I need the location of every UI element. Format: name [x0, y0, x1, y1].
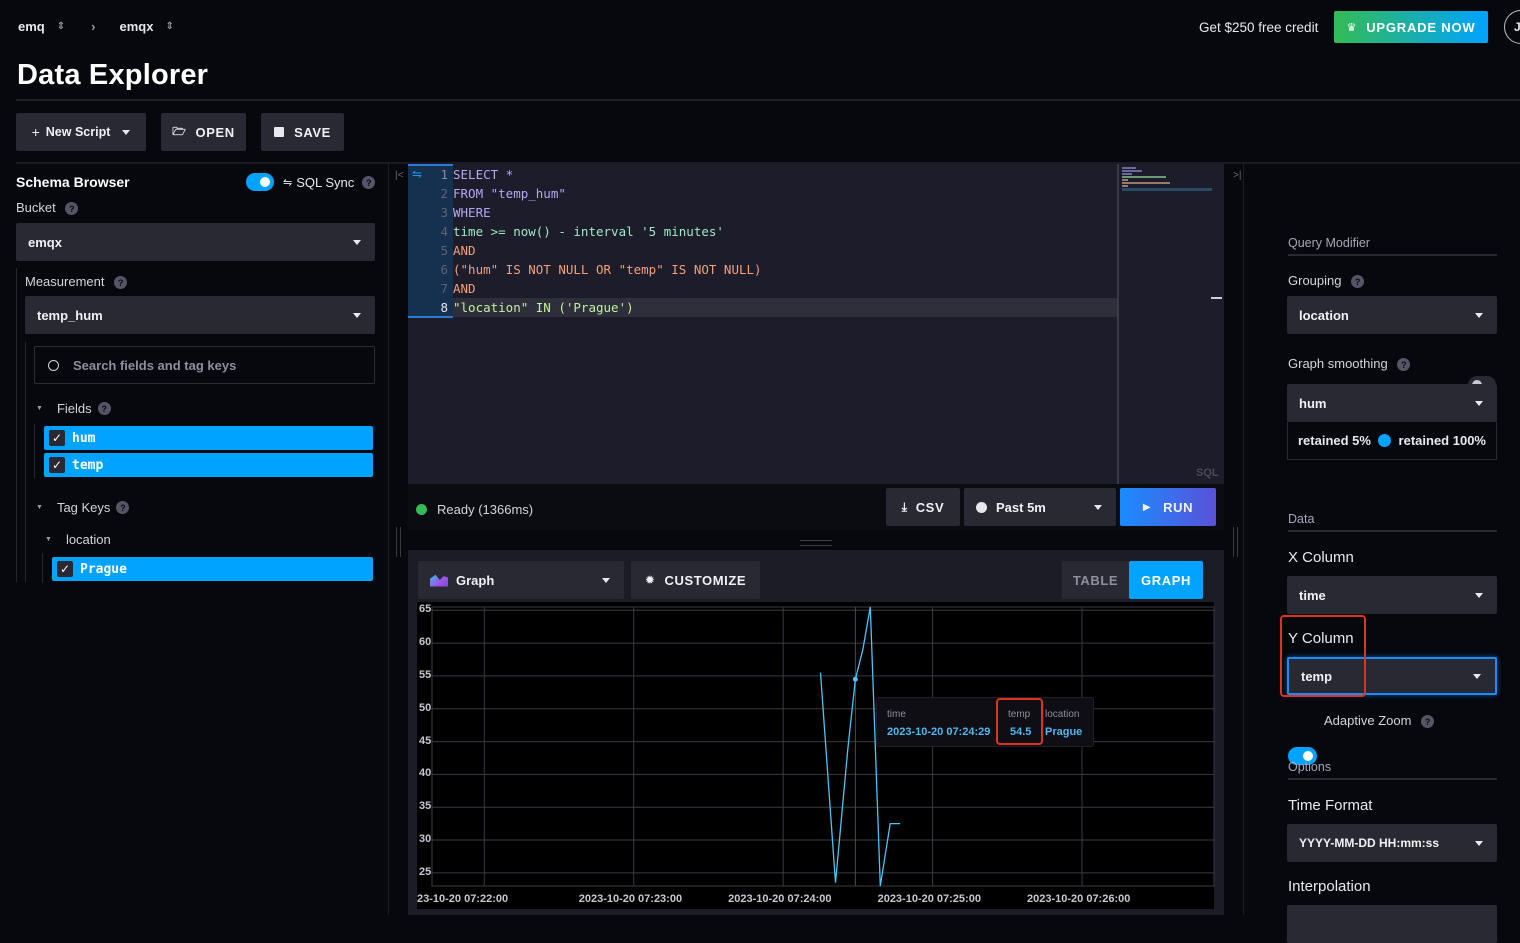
time-format-label: Time Format [1288, 797, 1372, 814]
tooltip-val-time: 2023-10-20 07:24:29 [887, 726, 997, 738]
y-tick-label: 60 [419, 636, 431, 648]
chevron-down-icon [1475, 401, 1483, 406]
x-column-label: X Column [1288, 549, 1354, 566]
help-icon[interactable]: ? [1421, 715, 1434, 728]
hover-point-marker [853, 677, 858, 682]
time-format-select[interactable]: YYYY-MM-DD HH:mm:ss [1287, 824, 1497, 862]
chevron-down-icon [1475, 841, 1483, 846]
annotation-highlight-box [996, 698, 1043, 745]
x-tick-label: 2023-10-20 07:23:00 [579, 893, 682, 905]
y-tick-label: 55 [419, 669, 431, 681]
retention-slider[interactable]: retained 5% retained 100% [1287, 422, 1497, 460]
section-divider [1288, 530, 1497, 532]
y-tick-label: 30 [419, 833, 431, 845]
slider-handle[interactable] [1378, 434, 1391, 447]
help-icon[interactable]: ? [1351, 275, 1364, 288]
plot-frame [432, 607, 1214, 886]
y-tick-label: 50 [419, 702, 431, 714]
help-icon[interactable]: ? [1397, 358, 1410, 371]
graph-smoothing-label: Graph smoothing [1288, 356, 1388, 371]
chevron-down-icon [1473, 674, 1481, 679]
tooltip-col-location: location [1045, 709, 1079, 720]
x-column-value: time [1299, 588, 1326, 603]
annotation-highlight-box [1280, 615, 1366, 697]
chevron-down-icon [1475, 593, 1483, 598]
data-section-title: Data [1288, 512, 1314, 526]
grouping-label: Grouping [1288, 273, 1341, 288]
y-tick-label: 65 [419, 603, 431, 615]
x-tick-label: 2023-10-20 07:24:00 [728, 893, 831, 905]
x-tick-label: 2023-10-20 07:26:00 [1027, 893, 1130, 905]
smoothing-field-select[interactable]: hum [1287, 384, 1497, 422]
query-modifier-title: Query Modifier [1288, 236, 1370, 250]
grouping-value: location [1299, 308, 1349, 323]
tooltip-col-time: time [887, 709, 906, 720]
smoothing-field-value: hum [1299, 396, 1326, 411]
options-section-title: Options [1288, 760, 1331, 774]
section-divider [1288, 254, 1497, 256]
retained-min-label: retained 5% [1298, 433, 1371, 448]
retained-max-label: retained 100% [1399, 433, 1486, 448]
tooltip-val-location: Prague [1045, 726, 1082, 738]
x-tick-label: 23-10-20 07:22:00 [417, 893, 508, 905]
grouping-select[interactable]: location [1287, 296, 1497, 334]
section-divider [1288, 778, 1497, 780]
interpolation-select[interactable] [1287, 905, 1497, 943]
y-tick-label: 25 [419, 866, 431, 878]
chart-tooltip: time 2023-10-20 07:24:29 temp 54.5 locat… [876, 697, 1094, 747]
adaptive-zoom-label: Adaptive Zoom [1324, 713, 1411, 728]
x-column-select[interactable]: time [1287, 576, 1497, 614]
y-tick-label: 45 [419, 735, 431, 747]
y-tick-label: 40 [419, 767, 431, 779]
x-tick-label: 2023-10-20 07:25:00 [878, 893, 981, 905]
chevron-down-icon [1475, 313, 1483, 318]
y-tick-label: 35 [419, 800, 431, 812]
interpolation-label: Interpolation [1288, 878, 1371, 895]
time-format-value: YYYY-MM-DD HH:mm:ss [1299, 836, 1439, 850]
